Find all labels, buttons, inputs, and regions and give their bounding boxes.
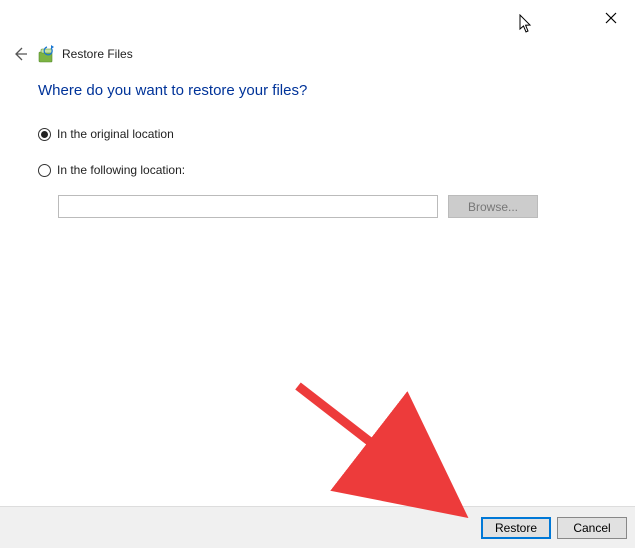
radio-following-location[interactable]: In the following location: — [38, 163, 615, 177]
browse-button: Browse... — [448, 195, 538, 218]
titlebar — [0, 0, 635, 36]
back-arrow-icon — [12, 46, 28, 62]
restore-path-input[interactable] — [58, 195, 438, 218]
window-title: Restore Files — [62, 47, 133, 61]
button-label: Cancel — [573, 521, 610, 535]
radio-icon — [38, 164, 51, 177]
cancel-button[interactable]: Cancel — [557, 517, 627, 539]
button-label: Restore — [495, 521, 537, 535]
path-row: Browse... — [58, 195, 615, 218]
radio-original-location[interactable]: In the original location — [38, 127, 615, 141]
annotation-arrow-icon — [290, 378, 470, 518]
radio-icon — [38, 128, 51, 141]
close-button[interactable] — [595, 4, 627, 32]
back-button[interactable] — [8, 42, 32, 66]
footer-bar: Restore Cancel — [0, 506, 635, 548]
restore-button[interactable]: Restore — [481, 517, 551, 539]
close-icon — [605, 12, 617, 24]
page-heading: Where do you want to restore your files? — [38, 82, 615, 99]
radio-label: In the following location: — [57, 163, 185, 177]
restore-files-icon — [38, 45, 56, 63]
content-area: Where do you want to restore your files?… — [38, 82, 615, 218]
radio-label: In the original location — [57, 127, 174, 141]
header-row: Restore Files — [8, 42, 133, 66]
